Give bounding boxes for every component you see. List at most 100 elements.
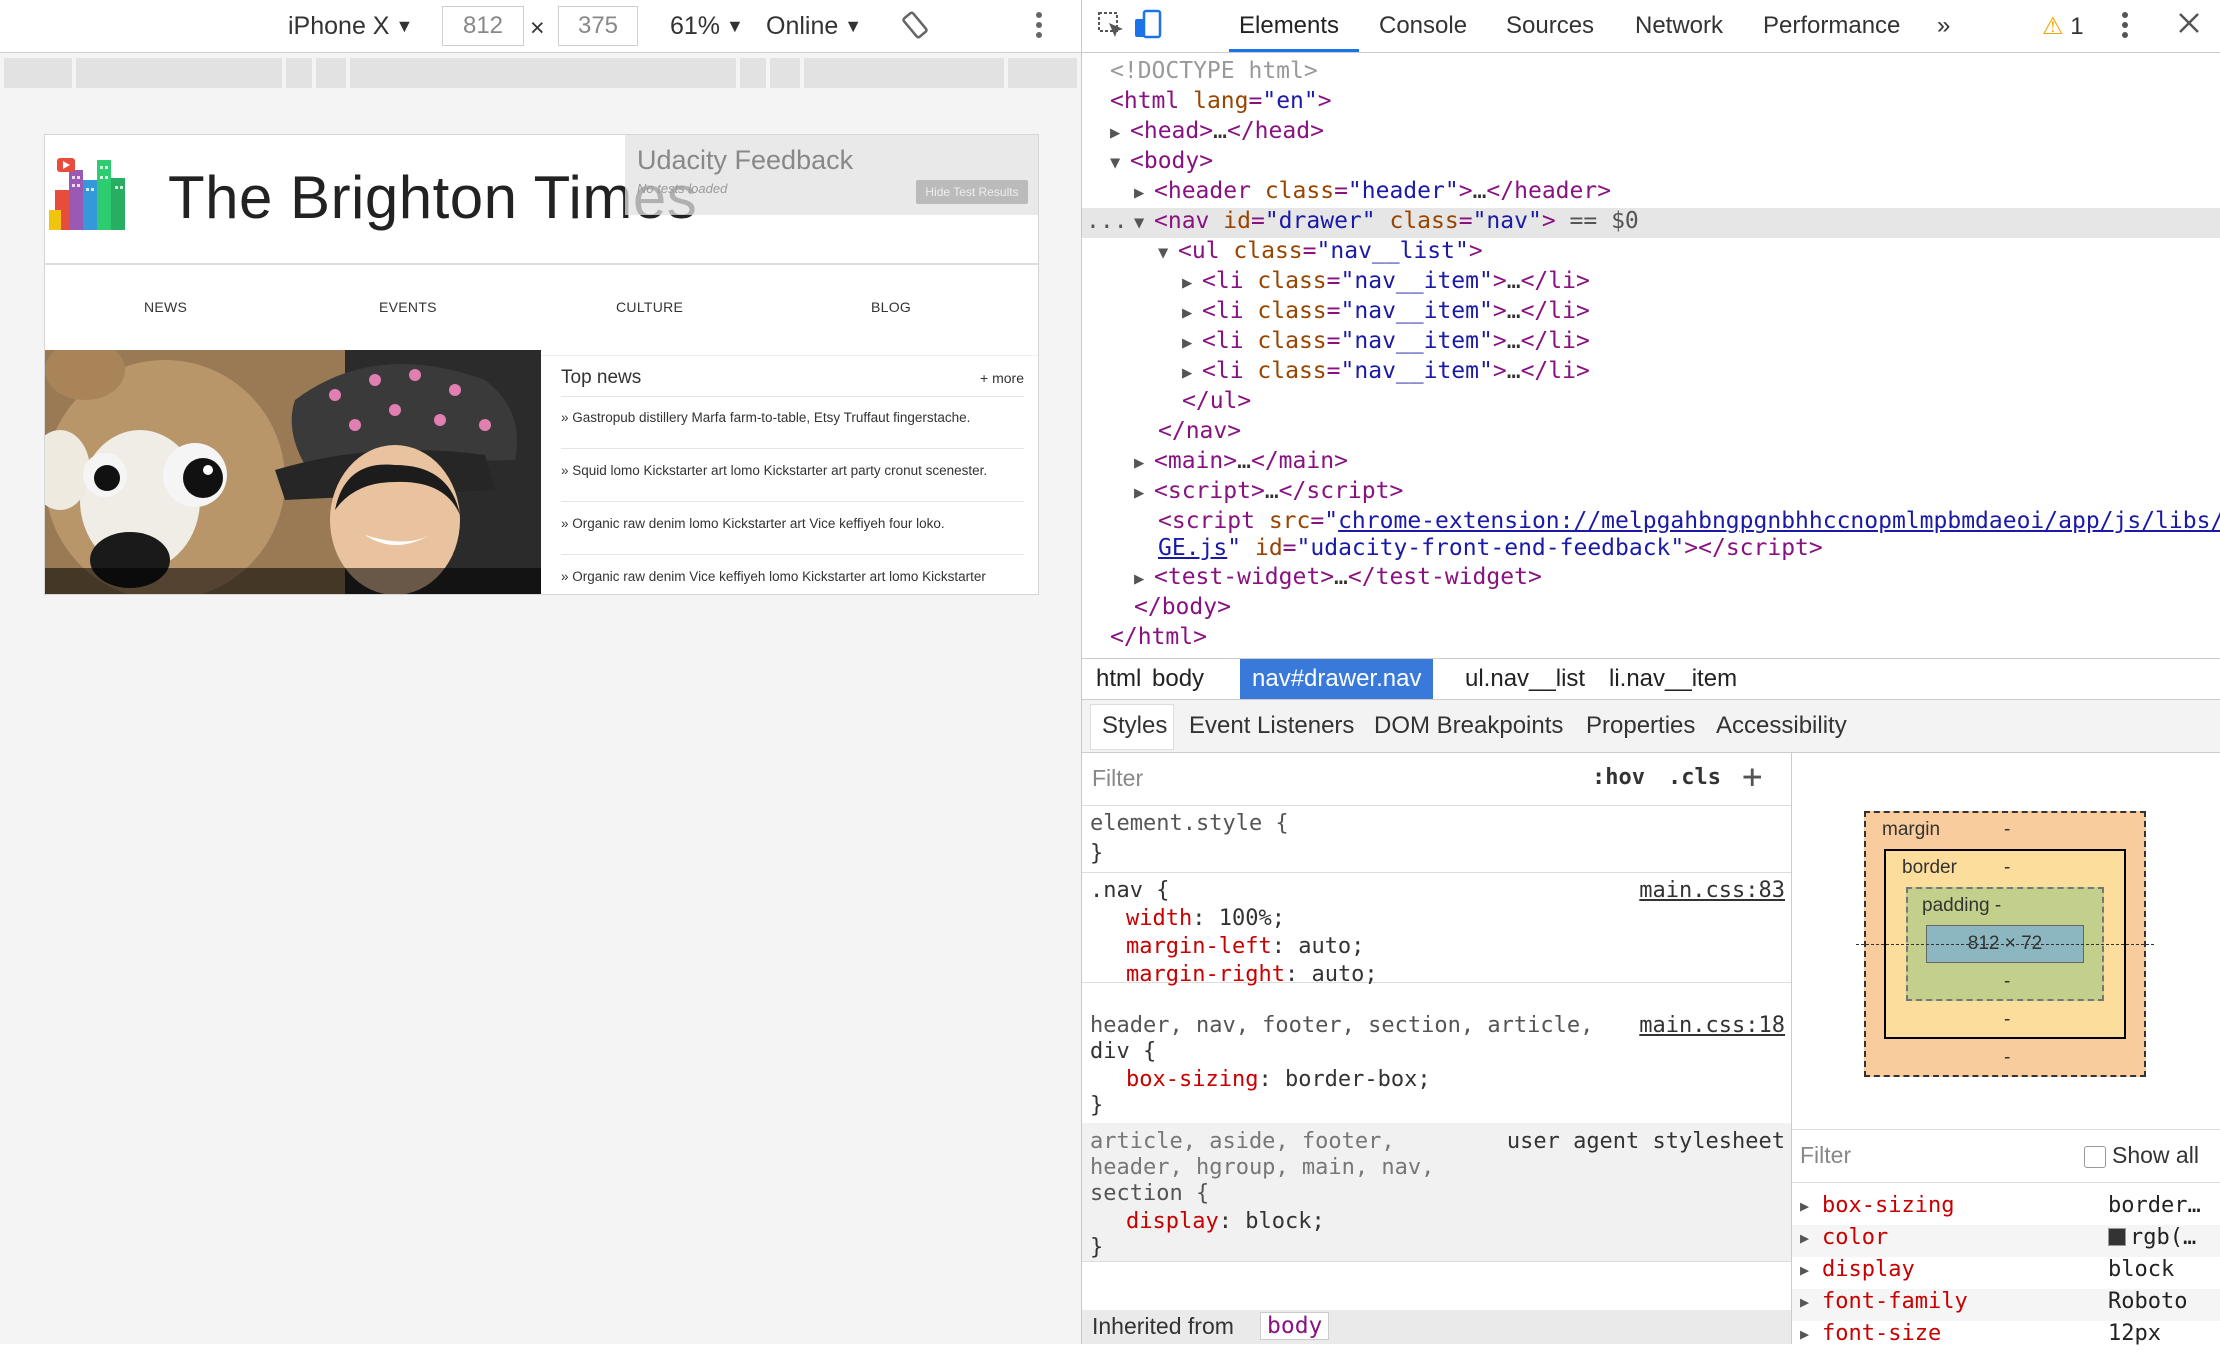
media-query-segment[interactable] [316, 58, 346, 88]
computed-prop-row[interactable]: ▶ display block [1792, 1257, 2220, 1289]
warning-indicator[interactable]: ⚠ 1 [2042, 12, 2084, 41]
computed-filter-input[interactable]: Filter [1800, 1142, 1851, 1169]
breadcrumb-li[interactable]: li.nav__item [1597, 659, 1749, 699]
media-query-segment[interactable] [770, 58, 800, 88]
rule-selector[interactable]: header, nav, footer, section, article, [1090, 1013, 1593, 1038]
tab-styles[interactable]: Styles [1102, 712, 1167, 740]
node-actions-dots[interactable]: ... [1086, 206, 1128, 236]
site-nav-news[interactable]: NEWS [144, 299, 187, 315]
height-input[interactable]: 375 [558, 6, 638, 46]
tree-node-main[interactable]: ▶ <main>…</main> [1134, 446, 1348, 476]
tree-node-body-close[interactable]: </body> [1134, 592, 1231, 622]
tree-node-html[interactable]: <html lang="en"> [1110, 86, 1332, 116]
tree-node-head[interactable]: ▶ <head>…</head> [1110, 116, 1324, 146]
tree-node-ul[interactable]: ▼ <ul class="nav__list"> [1158, 236, 1483, 266]
tree-node-header[interactable]: ▶ <header class="header">…</header> [1134, 176, 1611, 206]
tree-node-li[interactable]: ▶ <li class="nav__item">…</li> [1182, 266, 1590, 296]
rule-selector-cont[interactable]: div { [1090, 1039, 1156, 1064]
expand-triangle-icon[interactable]: ▶ [1800, 1229, 1809, 1247]
news-item[interactable]: » Organic raw denim Vice keffiyeh lomo K… [561, 569, 1031, 584]
site-nav-blog[interactable]: BLOG [871, 299, 911, 315]
media-query-segment[interactable] [804, 58, 1004, 88]
computed-prop-row[interactable]: ▶ color rgb(… [1792, 1225, 2220, 1257]
computed-prop-row[interactable]: ▶ font-size 12px [1792, 1321, 2220, 1353]
css-declaration[interactable]: margin-right: auto; [1126, 962, 1378, 987]
expand-triangle-icon[interactable]: ▶ [1800, 1325, 1809, 1343]
show-all-checkbox[interactable] [2084, 1146, 2106, 1168]
tree-node-li[interactable]: ▶ <li class="nav__item">…</li> [1182, 296, 1590, 326]
tab-console[interactable]: Console [1379, 12, 1467, 40]
tree-node-nav-selected[interactable]: ▼ <nav id="drawer" class="nav"> == $0 [1134, 206, 1639, 236]
rule-source-link[interactable]: main.css:18 [1639, 1013, 1785, 1038]
rotate-icon[interactable] [900, 10, 930, 42]
expand-triangle-icon[interactable]: ▶ [1110, 118, 1130, 148]
script-src-link[interactable]: GE.js [1158, 535, 1227, 561]
device-toolbar-toggle-icon[interactable] [1132, 9, 1164, 48]
css-declaration[interactable]: box-sizing: border-box; [1126, 1067, 1431, 1092]
script-src-link[interactable]: chrome-extension://melpgahbngpgnbhhccnop… [1338, 508, 2220, 534]
more-news-link[interactable]: + more [980, 370, 1024, 386]
expand-triangle-icon[interactable]: ▶ [1182, 358, 1202, 388]
device-select[interactable]: iPhone X ▼ [288, 10, 413, 42]
inspect-element-icon[interactable] [1096, 10, 1126, 47]
computed-prop-row[interactable]: ▶ font-family Roboto [1792, 1289, 2220, 1321]
hov-toggle[interactable]: :hov [1592, 765, 1645, 790]
new-rule-plus-icon[interactable]: + [1742, 757, 1762, 797]
rule-source-link[interactable]: main.css:83 [1639, 878, 1785, 903]
site-nav-events[interactable]: EVENTS [379, 299, 437, 315]
tab-sources[interactable]: Sources [1506, 12, 1594, 40]
tree-node-li[interactable]: ▶ <li class="nav__item">…</li> [1182, 356, 1590, 386]
styles-filter-input[interactable]: Filter [1092, 765, 1143, 792]
media-query-segment[interactable] [286, 58, 312, 88]
media-query-segment[interactable] [1008, 58, 1077, 88]
devtools-menu-icon[interactable] [2120, 8, 2130, 49]
expand-triangle-icon[interactable]: ▶ [1134, 478, 1154, 508]
zoom-select[interactable]: 61% ▼ [670, 10, 744, 42]
news-item[interactable]: » Squid lomo Kickstarter art lomo Kickst… [561, 463, 1031, 478]
cls-toggle[interactable]: .cls [1668, 765, 1721, 790]
collapse-triangle-icon[interactable]: ▼ [1110, 148, 1130, 178]
site-nav-culture[interactable]: CULTURE [616, 299, 683, 315]
tab-properties[interactable]: Properties [1586, 712, 1695, 740]
tree-node-script-ext-cont[interactable]: GE.js" id="udacity-front-end-feedback"><… [1158, 533, 1823, 563]
tree-node-script[interactable]: ▶ <script>…</script> [1134, 476, 1403, 506]
breadcrumb-ul[interactable]: ul.nav__list [1453, 659, 1597, 699]
media-query-segment[interactable] [76, 58, 282, 88]
tab-event-listeners[interactable]: Event Listeners [1189, 712, 1354, 740]
tree-node-html-close[interactable]: </html> [1110, 622, 1207, 652]
width-input[interactable]: 812 [442, 6, 524, 46]
rule-selector[interactable]: .nav { [1090, 878, 1169, 903]
tab-accessibility[interactable]: Accessibility [1716, 712, 1847, 740]
media-query-segment[interactable] [350, 58, 736, 88]
inherited-body-link[interactable]: body [1260, 1312, 1330, 1340]
media-query-bar[interactable] [4, 58, 1077, 88]
breadcrumb-body[interactable]: body [1140, 659, 1216, 699]
tab-performance[interactable]: Performance [1763, 12, 1900, 40]
computed-prop-row[interactable]: ▶ box-sizing border… [1792, 1193, 2220, 1225]
rule-selector[interactable]: element.style { [1090, 811, 1289, 836]
expand-triangle-icon[interactable]: ▶ [1182, 328, 1202, 358]
tree-node-li[interactable]: ▶ <li class="nav__item">…</li> [1182, 326, 1590, 356]
expand-triangle-icon[interactable]: ▶ [1134, 564, 1154, 594]
tree-node-test-widget[interactable]: ▶ <test-widget>…</test-widget> [1134, 562, 1542, 592]
tree-node-script-ext[interactable]: <script src="chrome-extension://melpgahb… [1158, 506, 2220, 536]
expand-triangle-icon[interactable]: ▶ [1134, 448, 1154, 478]
breadcrumb-nav[interactable]: nav#drawer.nav [1240, 659, 1434, 699]
tree-node-doctype[interactable]: <!DOCTYPE html> [1110, 56, 1318, 86]
hide-test-results-button[interactable]: Hide Test Results [916, 180, 1028, 204]
expand-triangle-icon[interactable]: ▶ [1182, 298, 1202, 328]
news-item[interactable]: » Organic raw denim lomo Kickstarter art… [561, 516, 1031, 531]
tab-network[interactable]: Network [1635, 12, 1723, 40]
collapse-triangle-icon[interactable]: ▼ [1134, 208, 1154, 238]
expand-triangle-icon[interactable]: ▶ [1800, 1293, 1809, 1311]
expand-triangle-icon[interactable]: ▶ [1800, 1261, 1809, 1279]
expand-triangle-icon[interactable]: ▶ [1134, 178, 1154, 208]
tab-elements[interactable]: Elements [1239, 12, 1339, 40]
close-icon[interactable] [2176, 10, 2202, 43]
color-swatch[interactable] [2108, 1228, 2126, 1246]
network-throttle-select[interactable]: Online ▼ [766, 10, 862, 42]
expand-triangle-icon[interactable]: ▶ [1800, 1197, 1809, 1215]
more-tabs-chevron-icon[interactable]: » [1937, 12, 1950, 40]
tree-node-body[interactable]: ▼ <body> [1110, 146, 1213, 176]
collapse-triangle-icon[interactable]: ▼ [1158, 238, 1178, 268]
